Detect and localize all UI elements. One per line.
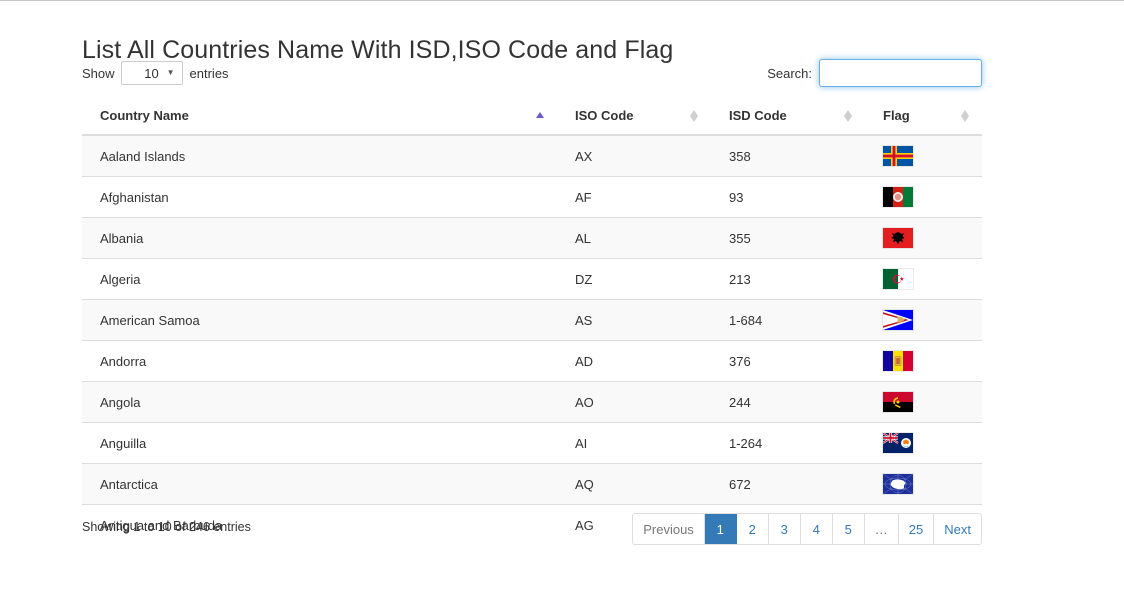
cell-country-name: Albania bbox=[82, 218, 557, 259]
cell-flag bbox=[865, 259, 982, 300]
cell-isd-code: 213 bbox=[711, 259, 865, 300]
cell-isd-code: 1-684 bbox=[711, 300, 865, 341]
table-row: American SamoaAS1-684 bbox=[82, 300, 982, 341]
cell-iso-code: AI bbox=[557, 423, 711, 464]
column-header-iso-code[interactable]: ISO Code bbox=[557, 98, 711, 135]
cell-flag bbox=[865, 135, 982, 177]
cell-isd-code: 93 bbox=[711, 177, 865, 218]
angola-flag bbox=[883, 392, 913, 412]
cell-iso-code: AS bbox=[557, 300, 711, 341]
cell-flag bbox=[865, 218, 982, 259]
albania-flag bbox=[883, 228, 913, 248]
cell-flag bbox=[865, 300, 982, 341]
andorra-flag bbox=[883, 351, 913, 371]
cell-flag bbox=[865, 423, 982, 464]
cell-country-name: Algeria bbox=[82, 259, 557, 300]
pagination-button-1[interactable]: 1 bbox=[705, 514, 737, 544]
length-control: Show 10 ▼ entries bbox=[82, 61, 229, 85]
pagination-button-: … bbox=[865, 514, 899, 544]
cell-iso-code: AO bbox=[557, 382, 711, 423]
search-label: Search: bbox=[767, 66, 812, 81]
sort-none-icon bbox=[844, 109, 853, 123]
table-row: AntarcticaAQ672 bbox=[82, 464, 982, 505]
table-info: Showing 1 to 10 of 246 entries bbox=[82, 520, 251, 534]
table-body: Aaland IslandsAX358 AfghanistanAF93 Alba… bbox=[82, 135, 982, 545]
cell-country-name: Anguilla bbox=[82, 423, 557, 464]
cell-isd-code: 244 bbox=[711, 382, 865, 423]
column-label-country-name: Country Name bbox=[100, 108, 189, 123]
pagination-button-2[interactable]: 2 bbox=[737, 514, 769, 544]
cell-isd-code: 672 bbox=[711, 464, 865, 505]
column-header-country-name[interactable]: Country Name bbox=[82, 98, 557, 135]
pagination-button-next[interactable]: Next bbox=[934, 514, 981, 544]
cell-flag bbox=[865, 341, 982, 382]
sort-none-icon bbox=[690, 109, 699, 123]
column-label-flag: Flag bbox=[883, 108, 910, 123]
table-row: AlgeriaDZ213 bbox=[82, 259, 982, 300]
show-label: Show bbox=[82, 66, 115, 81]
sort-ascending-icon bbox=[536, 109, 545, 123]
cell-country-name: American Samoa bbox=[82, 300, 557, 341]
table-row: AngolaAO244 bbox=[82, 382, 982, 423]
countries-table: Country Name ISO Code ISD Code bbox=[82, 98, 982, 545]
cell-flag bbox=[865, 464, 982, 505]
cell-iso-code: AF bbox=[557, 177, 711, 218]
cell-country-name: Afghanistan bbox=[82, 177, 557, 218]
american-samoa-flag bbox=[883, 310, 913, 330]
table-row: AfghanistanAF93 bbox=[82, 177, 982, 218]
table-header-row: Country Name ISO Code ISD Code bbox=[82, 98, 982, 135]
table-header: Country Name ISO Code ISD Code bbox=[82, 98, 982, 135]
cell-iso-code: AQ bbox=[557, 464, 711, 505]
table-row: AndorraAD376 bbox=[82, 341, 982, 382]
sort-none-icon bbox=[961, 109, 970, 123]
pagination-button-previous[interactable]: Previous bbox=[633, 514, 705, 544]
column-label-isd-code: ISD Code bbox=[729, 108, 787, 123]
page-container: List All Countries Name With ISD,ISO Cod… bbox=[0, 1, 1124, 609]
search-input[interactable] bbox=[819, 59, 982, 87]
cell-country-name: Angola bbox=[82, 382, 557, 423]
pagination: Previous12345…25Next bbox=[632, 513, 982, 545]
pagination-button-4[interactable]: 4 bbox=[801, 514, 833, 544]
column-label-iso-code: ISO Code bbox=[575, 108, 634, 123]
cell-iso-code: AL bbox=[557, 218, 711, 259]
pagination-button-5[interactable]: 5 bbox=[833, 514, 865, 544]
cell-country-name: Andorra bbox=[82, 341, 557, 382]
cell-iso-code: AD bbox=[557, 341, 711, 382]
table-row: AlbaniaAL355 bbox=[82, 218, 982, 259]
cell-isd-code: 1-264 bbox=[711, 423, 865, 464]
entries-select-value: 10 bbox=[144, 66, 158, 81]
cell-flag bbox=[865, 382, 982, 423]
chevron-down-icon: ▼ bbox=[167, 69, 175, 77]
entries-per-page-select[interactable]: 10 ▼ bbox=[121, 61, 183, 85]
column-header-isd-code[interactable]: ISD Code bbox=[711, 98, 865, 135]
cell-country-name: Aaland Islands bbox=[82, 135, 557, 177]
search-filter: Search: bbox=[767, 59, 982, 87]
algeria-flag bbox=[883, 269, 913, 289]
afghanistan-flag bbox=[883, 187, 913, 207]
cell-isd-code: 358 bbox=[711, 135, 865, 177]
cell-iso-code: AX bbox=[557, 135, 711, 177]
table-row: AnguillaAI1-264 bbox=[82, 423, 982, 464]
entries-label: entries bbox=[190, 66, 229, 81]
cell-isd-code: 376 bbox=[711, 341, 865, 382]
column-header-flag[interactable]: Flag bbox=[865, 98, 982, 135]
pagination-button-25[interactable]: 25 bbox=[899, 514, 934, 544]
aaland-islands-flag bbox=[883, 146, 913, 166]
cell-isd-code: 355 bbox=[711, 218, 865, 259]
pagination-button-3[interactable]: 3 bbox=[769, 514, 801, 544]
cell-flag bbox=[865, 177, 982, 218]
table-row: Aaland IslandsAX358 bbox=[82, 135, 982, 177]
cell-country-name: Antarctica bbox=[82, 464, 557, 505]
cell-iso-code: DZ bbox=[557, 259, 711, 300]
anguilla-flag bbox=[883, 433, 913, 453]
antarctica-flag bbox=[883, 474, 913, 494]
